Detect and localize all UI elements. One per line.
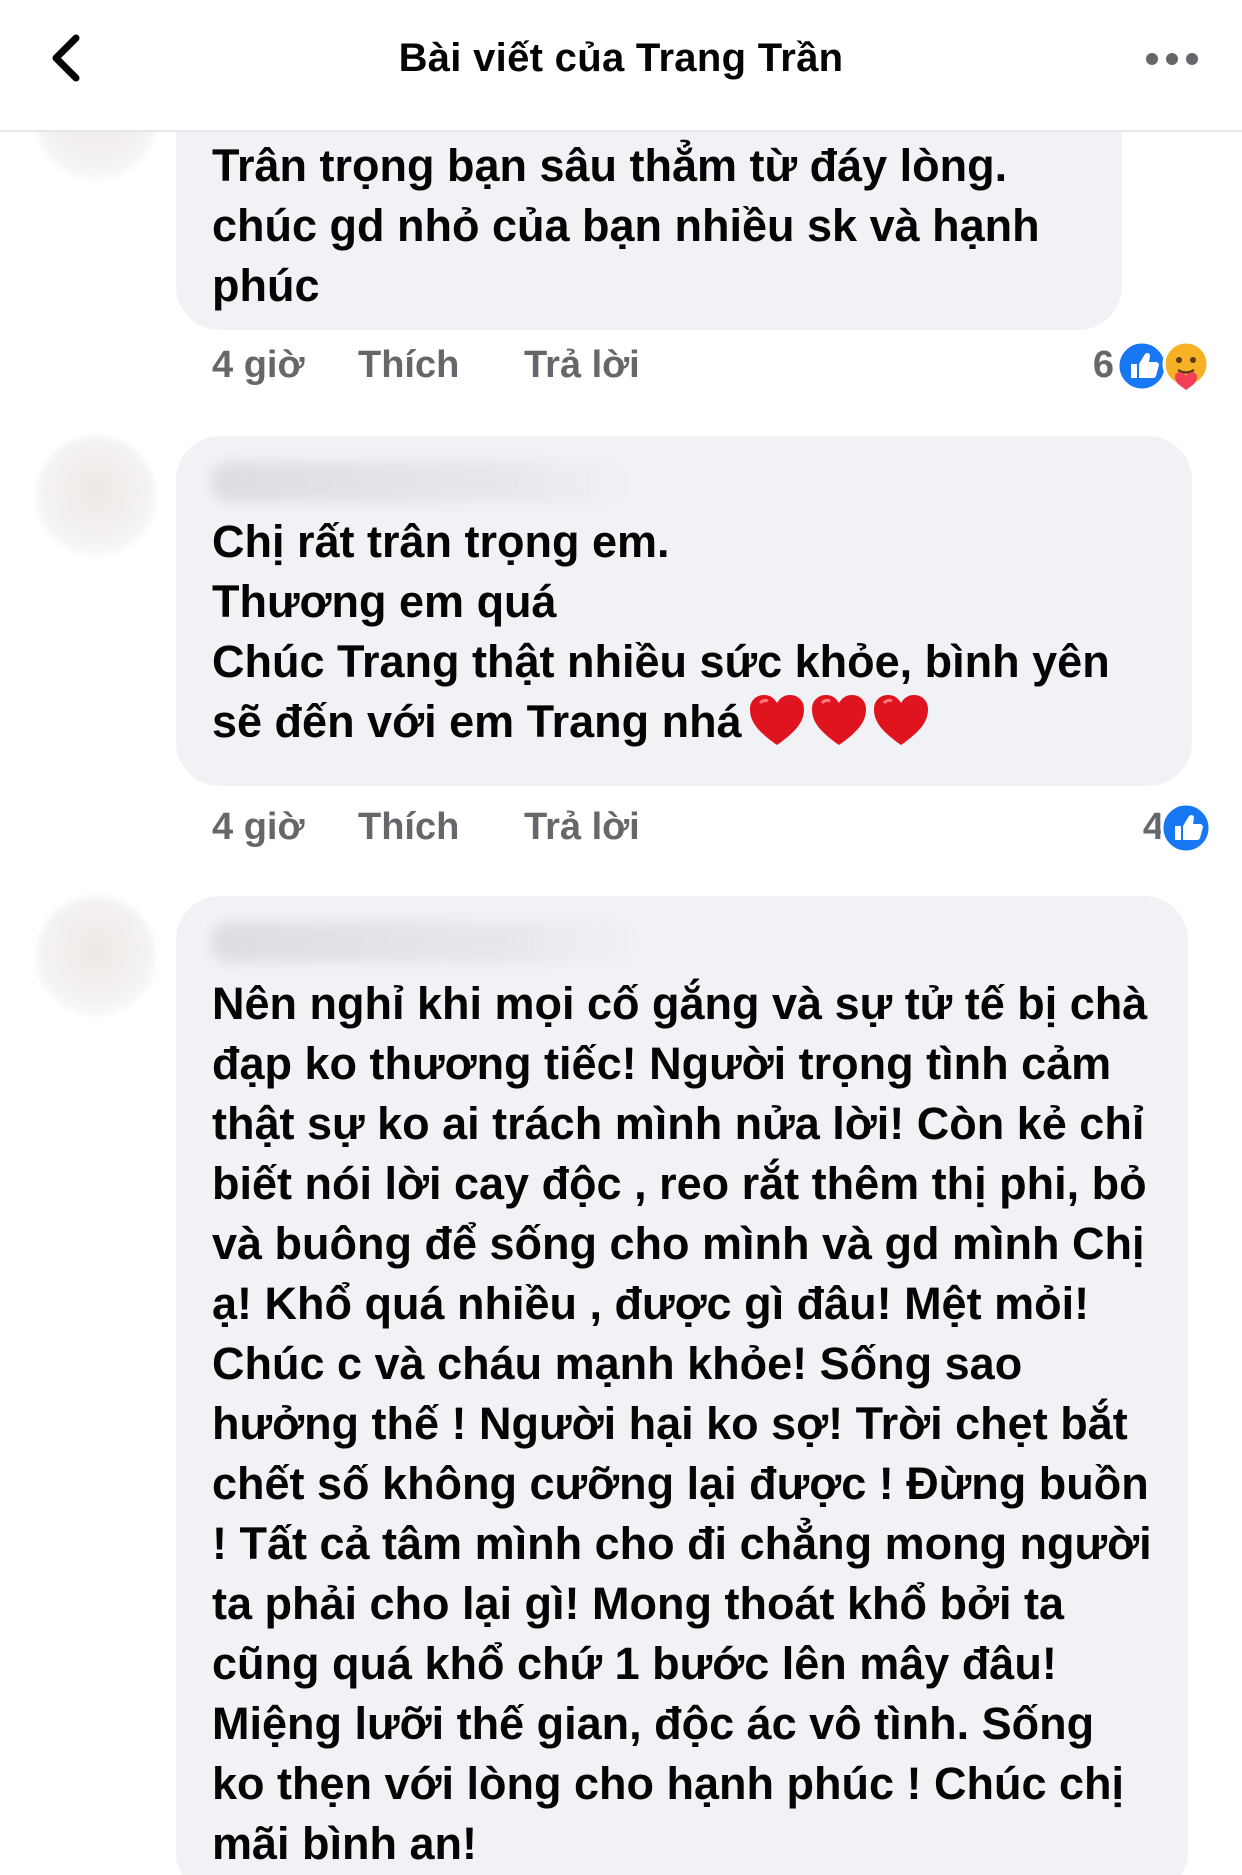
reply-button[interactable]: Trả lời — [524, 344, 640, 387]
reaction-summary[interactable]: 6 — [1082, 340, 1212, 396]
care-icon — [1162, 340, 1210, 390]
comment-bubble: Chị rất trân trọng em. Thương em quá Chú… — [176, 436, 1192, 786]
more-options-button[interactable] — [1142, 44, 1202, 74]
heart-icon — [873, 695, 928, 745]
like-button[interactable]: Thích — [358, 344, 459, 387]
commenter-name-redacted[interactable] — [212, 462, 632, 502]
page-title: Bài viết của Trang Trần — [398, 36, 844, 80]
commenter-name-redacted[interactable] — [212, 922, 642, 962]
reaction-count: 6 — [1092, 344, 1114, 386]
reply-button[interactable]: Trả lời — [524, 806, 640, 849]
heart-icon — [749, 695, 804, 745]
comment-time: 4 giờ — [212, 806, 305, 848]
heart-icon — [811, 695, 866, 745]
reaction-summary[interactable]: 4 — [1112, 802, 1212, 858]
like-icon — [1160, 802, 1212, 854]
comment-text: Nên nghỉ khi mọi cố gắng và sự tử tế bị … — [212, 978, 1152, 1869]
avatar[interactable] — [36, 896, 156, 1016]
like-button[interactable]: Thích — [358, 806, 459, 849]
avatar[interactable] — [36, 436, 156, 556]
comment-time: 4 giờ — [212, 344, 305, 386]
comment-text: Trân trọng bạn sâu thẳm từ đáy lòng. chú… — [212, 140, 1040, 311]
comment-bubble: Nên nghỉ khi mọi cố gắng và sự tử tế bị … — [176, 896, 1188, 1875]
heart-emojis — [748, 692, 934, 752]
top-bar: Bài viết của Trang Trần — [0, 0, 1242, 132]
screen: Bài viết của Trang Trần Trân trọng bạn s… — [0, 0, 1242, 1875]
comment-text-body: Chị rất trân trọng em. Thương em quá Chú… — [212, 516, 1110, 747]
comment-text: Chị rất trân trọng em. Thương em quá Chú… — [212, 512, 1162, 752]
more-horizontal-icon — [1146, 53, 1198, 65]
